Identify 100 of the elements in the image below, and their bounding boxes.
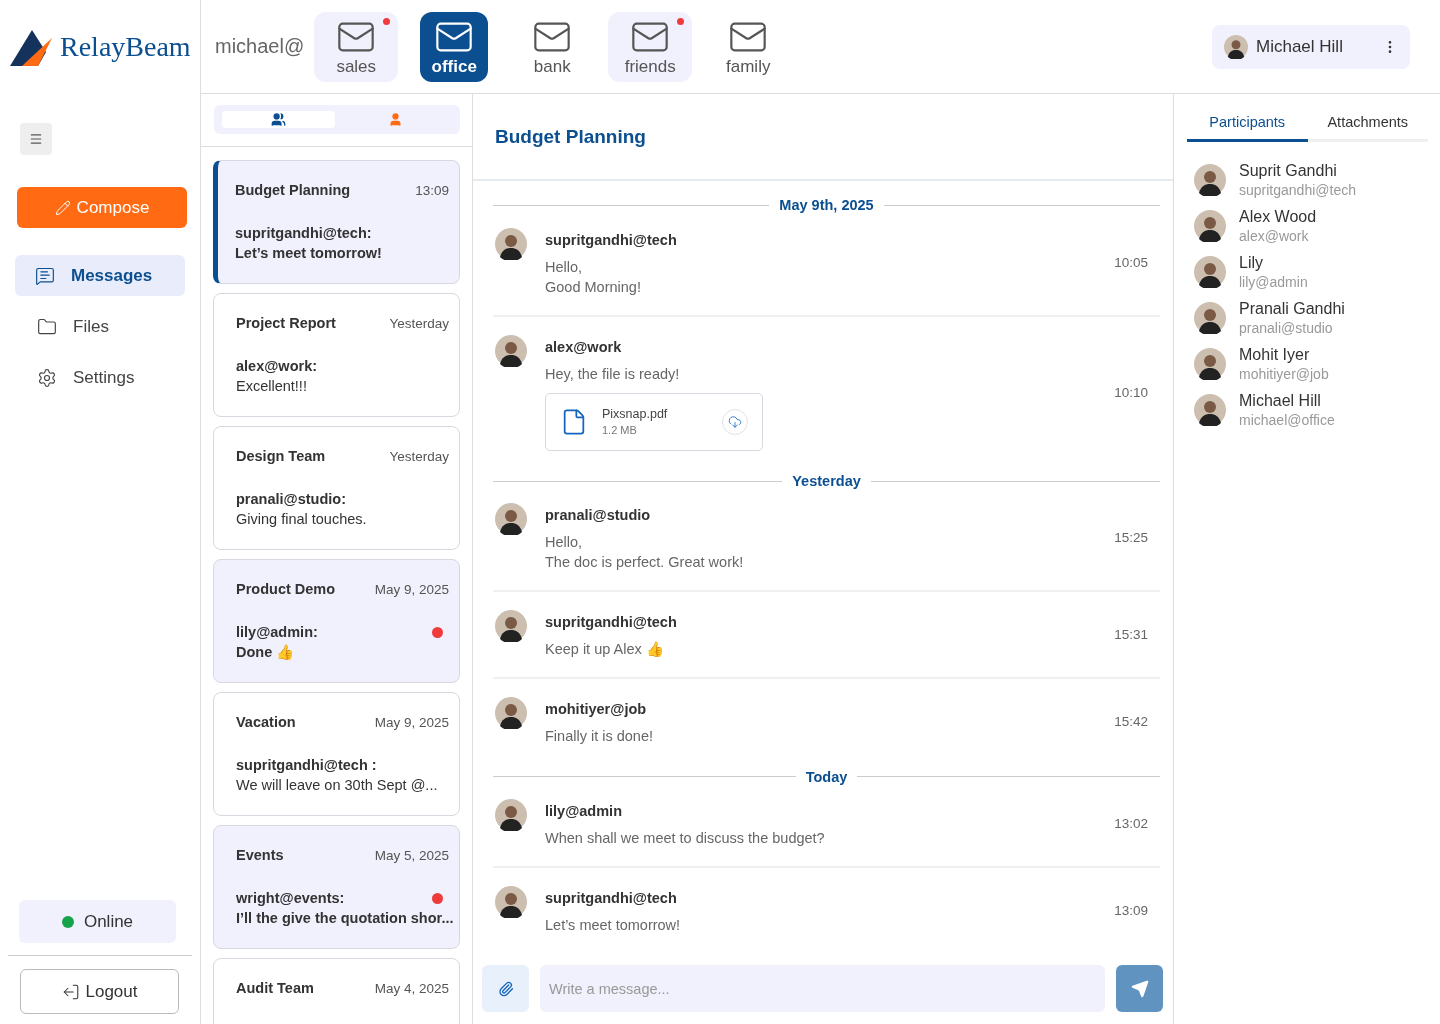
avatar	[495, 799, 527, 831]
avatar	[1194, 394, 1226, 426]
message-input[interactable]: Write a message...	[540, 965, 1105, 1012]
paperclip-icon	[497, 980, 514, 997]
conversation-sender: wright@events:	[236, 889, 345, 908]
filter-tab[interactable]	[222, 111, 335, 128]
conversation-title: Project Report	[236, 315, 336, 331]
message-author: alex@work	[545, 338, 623, 355]
conversation-title: Vacation	[236, 714, 296, 730]
logout-button[interactable]: Logout	[20, 969, 179, 1014]
message-time: 13:09	[1114, 903, 1148, 918]
avatar	[1194, 348, 1226, 380]
message-text: Let’s meet tomorrow!	[545, 916, 682, 935]
participant-name: Suprit Gandhi	[1239, 162, 1338, 180]
conversation-time: May 4, 2025	[374, 980, 449, 996]
conversation-title: Events	[236, 847, 284, 863]
message-text: Keep it up Alex 👍	[545, 640, 665, 660]
message-author: supritgandhi@tech	[545, 231, 678, 248]
conversation-card[interactable]: Product Demo May 9, 2025 lily@admin: Done 👍	[213, 559, 460, 683]
conversation-preview: Done 👍	[236, 643, 296, 662]
conversation-time: Yesterday	[389, 448, 449, 464]
avatar	[495, 610, 527, 643]
message-text: Hey, the file is ready!	[545, 364, 681, 384]
download-button[interactable]	[722, 408, 748, 435]
pencil-icon	[54, 199, 71, 216]
send-button[interactable]	[1116, 965, 1163, 1012]
avatar	[495, 886, 527, 918]
conversation-card[interactable]: Vacation May 9, 2025 supritgandhi@tech : We will leave on 30th Sept @...	[213, 692, 460, 816]
conversation-sender: alex@work:	[236, 357, 318, 376]
conversation-title: Budget Planning	[235, 182, 351, 198]
mailbox-tab[interactable]: friends	[608, 11, 693, 82]
download-icon	[728, 414, 742, 429]
folder-icon	[37, 316, 57, 337]
avatar	[1224, 34, 1248, 59]
mailbox-tab[interactable]: bank	[510, 11, 595, 82]
nav-item[interactable]: Messages	[15, 255, 185, 296]
participant-name: Pranali Gandhi	[1239, 300, 1345, 318]
avatar	[495, 503, 527, 536]
send-icon	[1130, 979, 1149, 998]
message-text: When shall we meet to discuss the budget?	[545, 829, 826, 848]
message-text: Hello, The doc is perfect. Great work!	[545, 533, 745, 573]
details-tab[interactable]: Participants	[1187, 104, 1308, 142]
chat-title: Budget Planning	[495, 125, 646, 148]
conversation-card[interactable]: Project Report Yesterday alex@work: Excellent!!!	[213, 293, 460, 417]
avatar	[495, 697, 527, 730]
avatar	[1194, 302, 1226, 334]
unread-dot	[383, 17, 391, 25]
date-divider: Yesterday	[792, 473, 861, 489]
conversation-time: 13:09	[415, 182, 449, 198]
message-author: pranali@studio	[545, 507, 652, 524]
menu-button[interactable]	[20, 123, 52, 155]
status-label: Online	[83, 911, 134, 932]
settings-icon	[37, 367, 57, 388]
menu-icon	[29, 132, 43, 146]
conversation-time: May 9, 2025	[374, 714, 449, 730]
conversation-card[interactable]: Audit Team May 4, 2025	[213, 958, 460, 1024]
account-prefix: michael@	[215, 35, 305, 58]
date-divider: May 9th, 2025	[779, 197, 874, 214]
user-name: Michael Hill	[1256, 36, 1344, 57]
message-author: supritgandhi@tech	[545, 890, 678, 906]
message-time: 10:10	[1114, 385, 1148, 401]
attach-button[interactable]	[482, 965, 529, 1012]
file-name: Pixsnap.pdf	[602, 407, 669, 422]
conversation-card[interactable]: Budget Planning 13:09 supritgandhi@tech: Let’s meet tomorrow!	[213, 160, 460, 284]
user-menu[interactable]: Michael Hill	[1212, 24, 1410, 69]
details-tab[interactable]: Attachments	[1307, 104, 1428, 142]
nav-item[interactable]: Files	[15, 306, 185, 347]
conversation-title: Audit Team	[236, 980, 314, 996]
conversation-time: May 9, 2025	[374, 581, 449, 597]
message-author: lily@admin	[545, 803, 623, 819]
message-author: supritgandhi@tech	[545, 614, 678, 631]
message-time: 15:25	[1114, 530, 1148, 546]
conversation-title: Product Demo	[236, 581, 336, 597]
conversation-sender: pranali@studio:	[236, 490, 346, 509]
conversation-card[interactable]: Events May 5, 2025 wright@events: I’ll the give the quotation shor...	[213, 825, 460, 949]
file-size: 1.2 MB	[602, 424, 638, 437]
message-text: Hello, Good Morning!	[545, 257, 642, 297]
avatar	[1194, 256, 1226, 288]
mailbox-tab[interactable]: sales	[314, 11, 399, 82]
nav-item[interactable]: Settings	[15, 357, 185, 398]
unread-dot	[432, 892, 443, 904]
participant-handle: lily@admin	[1239, 274, 1308, 290]
logout-icon	[61, 982, 80, 1001]
avatar	[495, 227, 527, 260]
avatar	[1194, 210, 1226, 242]
message-time: 15:31	[1114, 627, 1148, 643]
file-attachment[interactable]: Pixsnap.pdf 1.2 MB	[545, 392, 763, 451]
conversation-card[interactable]: Design Team Yesterday pranali@studio: Giving final touches.	[213, 426, 460, 550]
participant-handle: alex@work	[1239, 228, 1310, 244]
date-divider: Today	[805, 768, 848, 785]
status-indicator[interactable]: Online	[19, 900, 176, 943]
brand-name: RelayBeam	[60, 30, 191, 63]
message-time: 10:05	[1114, 254, 1148, 270]
mailbox-tab[interactable]: office	[420, 11, 489, 82]
unread-dot	[432, 626, 443, 638]
mailbox-tab[interactable]: family	[706, 11, 791, 82]
participant-name: Mohit Iyer	[1239, 346, 1311, 364]
avatar	[495, 334, 527, 367]
conversation-time: Yesterday	[389, 315, 449, 331]
participant-name: Lily	[1239, 254, 1264, 272]
